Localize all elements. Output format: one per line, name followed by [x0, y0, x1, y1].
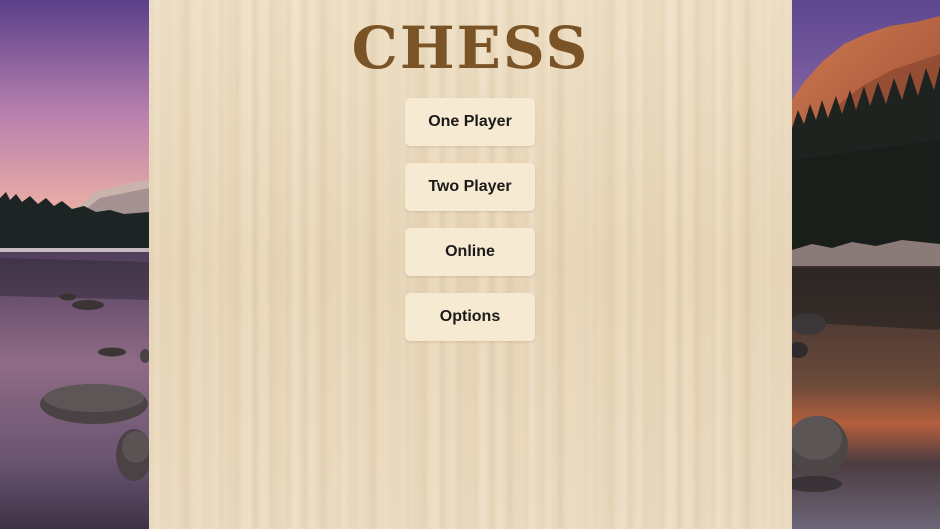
one-player-button[interactable]: One Player [405, 98, 535, 146]
background-landscape-left [0, 0, 149, 529]
game-title: CHESS [351, 14, 590, 82]
background-landscape-right [792, 0, 940, 529]
options-button[interactable]: Options [405, 293, 535, 341]
main-menu-panel: CHESS One Player Two Player Online Optio… [149, 0, 792, 529]
chess-main-menu-screen: CHESS One Player Two Player Online Optio… [0, 0, 940, 529]
two-player-button[interactable]: Two Player [405, 163, 535, 211]
online-button[interactable]: Online [405, 228, 535, 276]
main-menu: One Player Two Player Online Options [405, 98, 535, 358]
